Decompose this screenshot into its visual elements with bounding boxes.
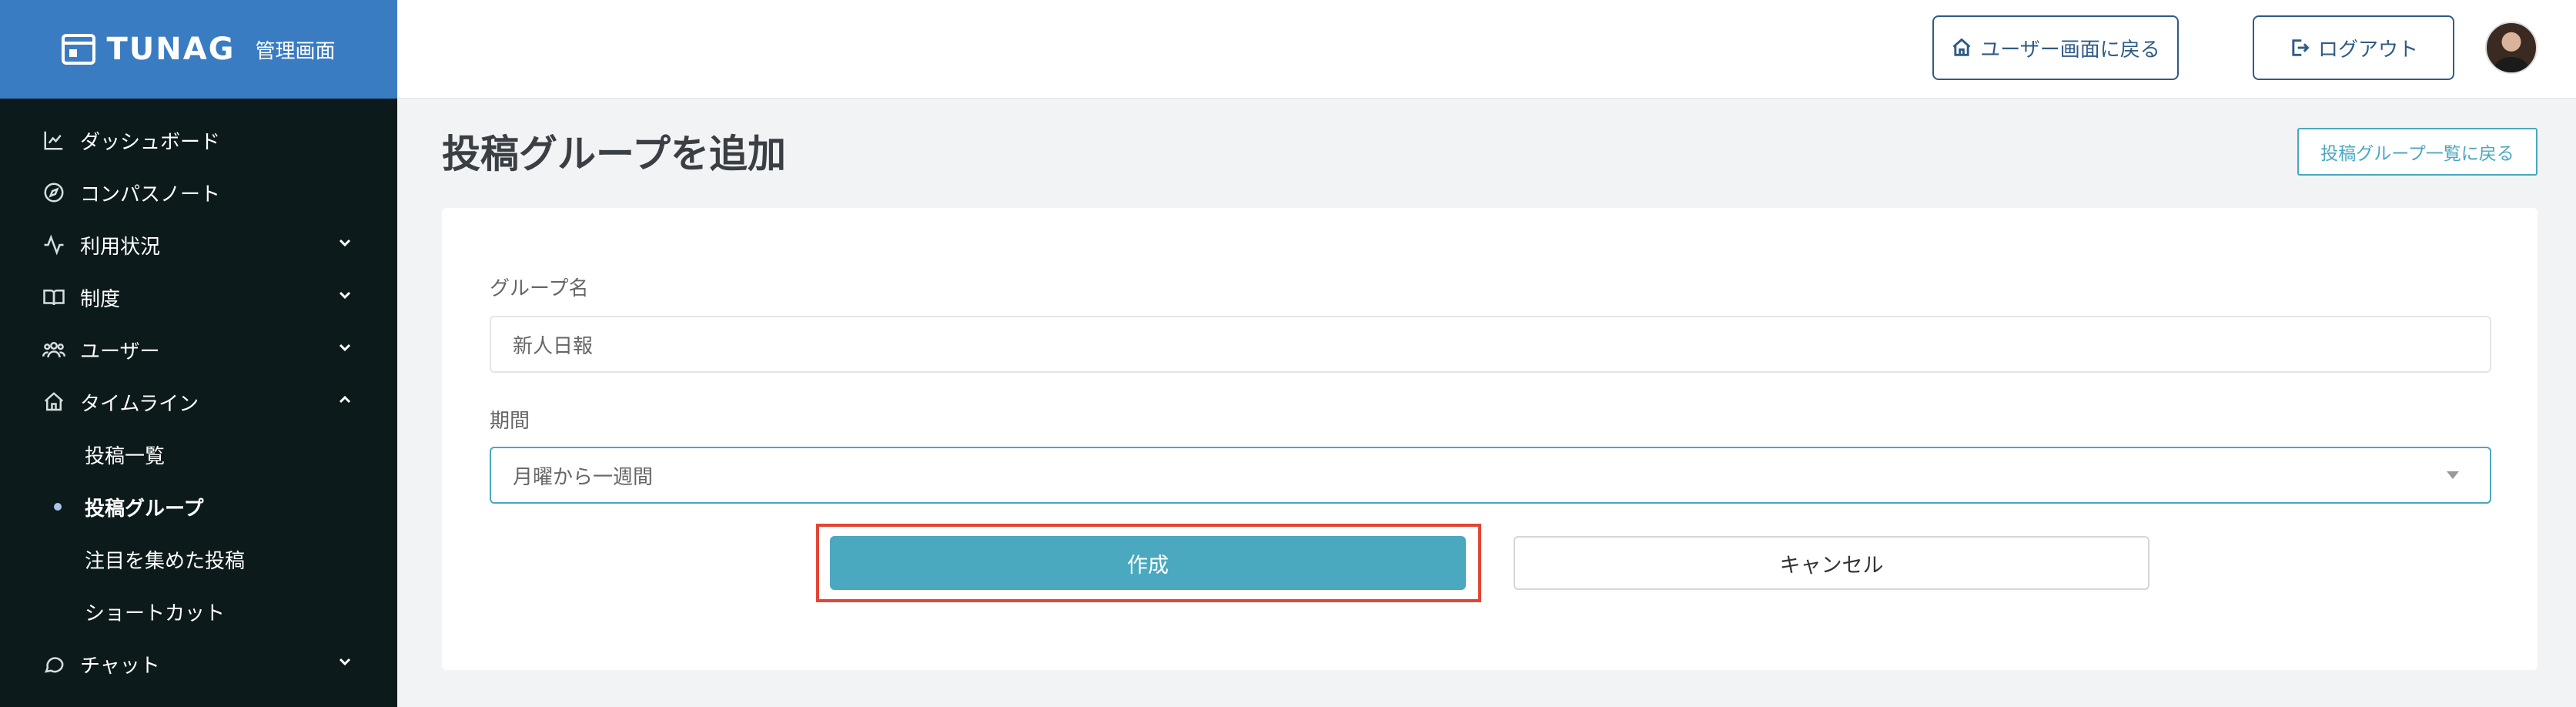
brand-subtitle: 管理画面 [255, 39, 336, 63]
period-selected-value: 月曜から一週間 [513, 465, 654, 489]
sidebar-item-label: ユーザー [80, 340, 160, 364]
group-name-label: グループ名 [490, 277, 589, 300]
sidebar-item-label: 利用状況 [80, 235, 161, 259]
sidebar-subitem-post-group[interactable]: 投稿グループ [0, 481, 397, 533]
sidebar-item-system[interactable]: 制度 [0, 271, 397, 323]
sidebar-item-timeline[interactable]: タイムライン [0, 376, 397, 428]
sidebar: TUNAG 管理画面 ダッシュボード コンパスノート 利用状況 制度 ユーザー … [0, 0, 397, 707]
sidebar-subitem-post-list[interactable]: 投稿一覧 [0, 428, 397, 481]
home-icon [1952, 38, 1971, 56]
sidebar-item-dashboard[interactable]: ダッシュボード [0, 114, 397, 166]
chevron-up-icon [336, 390, 354, 414]
sidebar-item-label: チャット [80, 654, 160, 678]
sidebar-nav: ダッシュボード コンパスノート 利用状況 制度 ユーザー タイムライン 投稿一覧… [0, 99, 397, 690]
brand-header[interactable]: TUNAG 管理画面 [0, 0, 397, 99]
sidebar-item-usage[interactable]: 利用状況 [0, 219, 397, 271]
sidebar-item-label: ダッシュボード [80, 130, 221, 154]
home-icon [42, 390, 66, 414]
book-icon [42, 285, 66, 310]
sidebar-subitem-label: 投稿一覧 [85, 444, 166, 468]
sidebar-subitem-label: ショートカット [85, 601, 226, 625]
users-icon [42, 337, 66, 362]
top-bar: ユーザー画面に戻る ログアウト [397, 0, 2576, 99]
group-name-value: 新人日報 [513, 334, 594, 358]
user-avatar[interactable] [2485, 22, 2538, 74]
sidebar-item-label: タイムライン [80, 392, 199, 416]
back-to-post-group-list-button[interactable]: 投稿グループ一覧に戻る [2297, 128, 2538, 176]
brand-logo: TUNAG 管理画面 [62, 32, 336, 67]
sidebar-item-users[interactable]: ユーザー [0, 323, 397, 376]
page-title: 投稿グループを追加 [442, 132, 786, 176]
tunag-logo-icon [62, 34, 96, 65]
chart-line-icon [42, 128, 66, 152]
active-indicator-dot [54, 503, 62, 511]
dropdown-caret-icon [2447, 471, 2459, 479]
compass-icon [42, 180, 66, 205]
sidebar-subitem-popular-posts[interactable]: 注目を集めた投稿 [0, 533, 397, 585]
activity-icon [42, 233, 66, 257]
sidebar-item-chat[interactable]: チャット [0, 638, 397, 690]
chevron-down-icon [336, 338, 354, 362]
cancel-button[interactable]: キャンセル [1514, 536, 2149, 590]
period-select[interactable]: 月曜から一週間 [490, 447, 2491, 504]
sidebar-item-label: コンパスノート [80, 183, 221, 206]
period-label: 期間 [490, 410, 530, 433]
back-to-user-screen-button[interactable]: ユーザー画面に戻る [1932, 15, 2179, 80]
logout-label: ログアウト [2317, 38, 2418, 62]
logout-icon [2292, 39, 2310, 56]
sidebar-subitem-label: 注目を集めた投稿 [85, 549, 246, 573]
chevron-down-icon [336, 233, 354, 257]
chevron-down-icon [336, 286, 354, 310]
create-button[interactable]: 作成 [830, 536, 1466, 590]
sidebar-item-compass-note[interactable]: コンパスノート [0, 166, 397, 219]
chevron-down-icon [336, 652, 354, 676]
brand-name: TUNAG [106, 32, 236, 67]
chat-bubble-icon [42, 652, 66, 676]
sidebar-item-label: 制度 [80, 287, 121, 311]
sidebar-subitem-label: 投稿グループ [85, 497, 204, 521]
back-to-user-screen-label: ユーザー画面に戻る [1980, 38, 2160, 62]
sidebar-subitem-shortcut[interactable]: ショートカット [0, 585, 397, 638]
form-card: グループ名 新人日報 期間 月曜から一週間 作成 キャンセル [442, 208, 2538, 670]
logout-button[interactable]: ログアウト [2253, 15, 2454, 80]
group-name-input[interactable]: 新人日報 [490, 316, 2491, 373]
